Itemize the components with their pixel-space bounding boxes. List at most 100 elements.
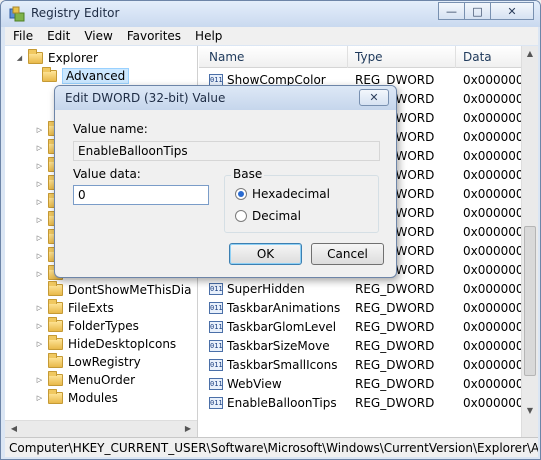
scroll-right-icon[interactable]: ▶: [180, 421, 196, 437]
expand-icon[interactable]: ▷: [35, 304, 44, 312]
expand-icon[interactable]: ▷: [35, 270, 44, 278]
tree-item-label: HideDesktopIcons: [68, 337, 177, 351]
folder-icon: [28, 49, 43, 64]
minimize-button[interactable]: —: [438, 2, 465, 20]
value-type: REG_DWORD: [355, 339, 435, 353]
hexadecimal-radio[interactable]: Hexadecimal: [235, 186, 330, 202]
dword-value-icon: 011: [209, 283, 223, 295]
column-name[interactable]: Name: [209, 50, 244, 64]
scroll-thumb[interactable]: [524, 226, 536, 376]
menu-help[interactable]: Help: [195, 29, 222, 43]
tree-item-label: DontShowMeThisDia: [68, 283, 192, 297]
value-name: WebView: [227, 377, 282, 391]
list-row[interactable]: 011 WebView REG_DWORD 0x0000000: [199, 375, 531, 394]
expand-icon[interactable]: ▷: [35, 162, 44, 170]
tree-item[interactable]: ▷ MenuOrder: [35, 371, 135, 389]
tree-item-label: MenuOrder: [68, 373, 136, 387]
radio-icon[interactable]: [235, 210, 247, 222]
list-header: Name Type Data: [199, 46, 521, 68]
ok-button[interactable]: OK: [229, 243, 302, 265]
close-icon: ✕: [369, 91, 379, 104]
decimal-label: Decimal: [252, 209, 301, 223]
expand-icon[interactable]: ▷: [35, 252, 44, 260]
decimal-radio[interactable]: Decimal: [235, 208, 301, 224]
expand-icon[interactable]: ▷: [35, 394, 44, 402]
title-bar[interactable]: Registry Editor — □ ✕: [1, 1, 540, 27]
radio-selected-icon[interactable]: [235, 188, 247, 200]
value-name: TaskbarSizeMove: [227, 339, 330, 353]
tree-item[interactable]: ▷ HideDesktopIcons: [35, 335, 176, 353]
list-row[interactable]: 011 TaskbarSizeMove REG_DWORD 0x0000000: [199, 337, 531, 356]
value-type: REG_DWORD: [355, 282, 435, 296]
folder-icon: [48, 353, 63, 368]
menu-bar: File Edit View Favorites Help: [5, 27, 538, 45]
scroll-left-icon[interactable]: ◀: [6, 421, 22, 437]
list-row[interactable]: 011 EnableBalloonTips REG_DWORD 0x000000…: [199, 394, 531, 413]
base-label: Base: [231, 167, 265, 181]
value-type: REG_DWORD: [355, 320, 435, 334]
folder-icon: [48, 281, 63, 296]
hexadecimal-label: Hexadecimal: [252, 187, 330, 201]
dword-value-icon: 011: [209, 321, 223, 333]
expand-icon[interactable]: ▷: [35, 180, 44, 188]
folder-icon: [48, 335, 63, 350]
list-row[interactable]: 011 TaskbarAnimations REG_DWORD 0x000000…: [199, 299, 531, 318]
expand-icon[interactable]: ▷: [35, 216, 44, 224]
dword-value-icon: 011: [209, 340, 223, 352]
dialog-title-bar[interactable]: Edit DWORD (32-bit) Value ✕: [55, 86, 396, 110]
expand-icon[interactable]: ▷: [35, 322, 44, 330]
list-vertical-scrollbar[interactable]: ▲ ▼: [521, 46, 538, 437]
tree-item[interactable]: LowRegistry: [35, 353, 141, 371]
tree-item-label: LowRegistry: [68, 355, 141, 369]
tree-item-label: Modules: [68, 391, 118, 405]
tree-item-label: Explorer: [48, 51, 98, 65]
tree-item[interactable]: Advanced: [29, 67, 130, 85]
tree-item[interactable]: DontShowMeThisDia: [35, 281, 191, 299]
expand-icon[interactable]: ▷: [35, 126, 44, 134]
menu-view[interactable]: View: [84, 29, 112, 43]
folder-icon: [42, 67, 57, 82]
cancel-button[interactable]: Cancel: [311, 243, 384, 265]
tree-horizontal-scrollbar[interactable]: ◀ ▶: [5, 420, 197, 437]
expand-icon[interactable]: ▷: [35, 376, 44, 384]
registry-app-icon: [9, 6, 25, 22]
maximize-button[interactable]: □: [464, 2, 491, 20]
tree-item[interactable]: ◢ Explorer: [15, 49, 98, 67]
tree-item[interactable]: ▷ FolderTypes: [35, 317, 139, 335]
edit-dword-dialog: Edit DWORD (32-bit) Value ✕ Value name: …: [54, 85, 397, 278]
folder-icon: [48, 317, 63, 332]
dword-value-icon: 011: [209, 302, 223, 314]
expand-icon[interactable]: ▷: [35, 340, 44, 348]
dword-value-icon: 011: [209, 359, 223, 371]
expand-icon[interactable]: ▷: [35, 234, 44, 242]
expand-icon[interactable]: ▷: [35, 198, 44, 206]
value-name: TaskbarAnimations: [227, 301, 341, 315]
menu-edit[interactable]: Edit: [47, 29, 70, 43]
value-data-input[interactable]: 0: [73, 185, 209, 205]
close-button[interactable]: ✕: [490, 2, 534, 20]
folder-icon: [48, 389, 63, 404]
value-name: SuperHidden: [227, 282, 305, 296]
tree-item[interactable]: ▷ FileExts: [35, 299, 114, 317]
dialog-title: Edit DWORD (32-bit) Value: [65, 91, 226, 105]
value-name: TaskbarGlomLevel: [227, 320, 337, 334]
list-row[interactable]: 011 SuperHidden REG_DWORD 0x0000000: [199, 280, 531, 299]
minimize-icon: —: [446, 4, 457, 18]
tree-item[interactable]: ▷ Modules: [35, 389, 118, 407]
scroll-up-icon[interactable]: ▲: [522, 46, 538, 62]
value-type: REG_DWORD: [355, 396, 435, 410]
list-row[interactable]: 011 TaskbarGlomLevel REG_DWORD 0x0000000: [199, 318, 531, 337]
expand-icon[interactable]: ▷: [35, 144, 44, 152]
menu-favorites[interactable]: Favorites: [127, 29, 181, 43]
column-type[interactable]: Type: [355, 50, 383, 64]
collapse-icon[interactable]: ◢: [15, 54, 24, 62]
menu-file[interactable]: File: [13, 29, 33, 43]
value-name-field: EnableBalloonTips: [73, 141, 380, 161]
base-groupbox: Base Hexadecimal Decimal: [224, 167, 379, 233]
dialog-close-button[interactable]: ✕: [359, 89, 389, 106]
value-name: TaskbarSmallIcons: [227, 358, 338, 372]
scroll-down-icon[interactable]: ▼: [522, 403, 538, 419]
list-row[interactable]: 011 TaskbarSmallIcons REG_DWORD 0x000000…: [199, 356, 531, 375]
dword-value-icon: 011: [209, 397, 223, 409]
column-data[interactable]: Data: [463, 50, 492, 64]
